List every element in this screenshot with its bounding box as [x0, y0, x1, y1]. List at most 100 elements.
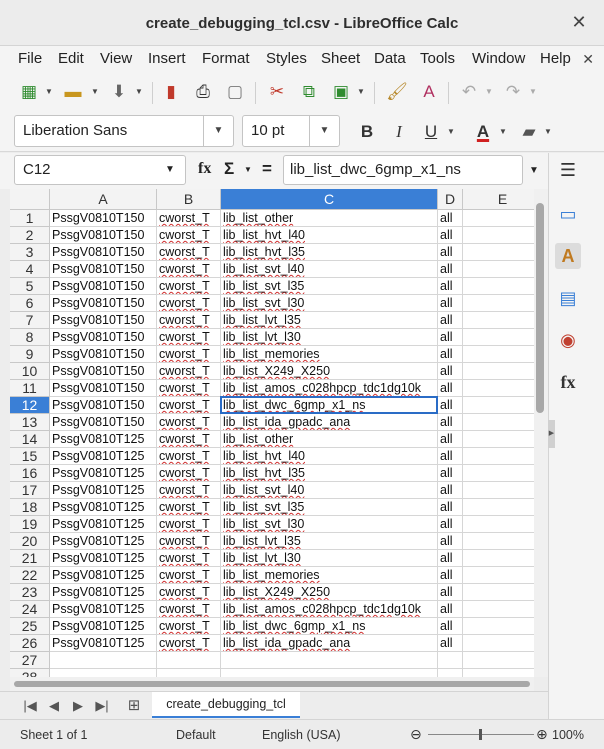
- cell-d[interactable]: all: [438, 278, 463, 295]
- cell-d[interactable]: [438, 652, 463, 669]
- clone-formatting-icon[interactable]: 🖌: [384, 80, 410, 104]
- cell-b[interactable]: cworst_T: [157, 533, 221, 550]
- underline-icon[interactable]: U: [418, 120, 444, 144]
- function-wizard-icon[interactable]: fx: [198, 160, 211, 178]
- cell-e[interactable]: [463, 567, 534, 584]
- cell-a[interactable]: PssgV0810T150: [50, 278, 157, 295]
- redo-icon[interactable]: ↷: [500, 80, 526, 104]
- close-window-button[interactable]: ✕: [568, 11, 590, 33]
- cell-c[interactable]: lib_list_amos_c028hpcp_tdc1dg10k: [221, 380, 438, 397]
- next-sheet-icon[interactable]: ▶: [68, 696, 88, 716]
- cell-c[interactable]: lib_list_other: [221, 210, 438, 227]
- sheet-tab[interactable]: create_debugging_tcl: [152, 692, 300, 718]
- column-header-e[interactable]: E: [463, 189, 534, 210]
- cell-c[interactable]: lib_list_svt_l30: [221, 295, 438, 312]
- undo-dropdown-icon[interactable]: ▼: [484, 80, 494, 104]
- cell-c[interactable]: lib_list_memories: [221, 346, 438, 363]
- cell-c[interactable]: lib_list_X249_X250: [221, 363, 438, 380]
- undo-icon[interactable]: ↶: [456, 80, 482, 104]
- cell-a[interactable]: PssgV0810T150: [50, 397, 157, 414]
- zoom-out-icon[interactable]: ⊖: [410, 726, 422, 743]
- column-header-d[interactable]: D: [438, 189, 463, 210]
- cell-c[interactable]: lib_list_lvt_l30: [221, 550, 438, 567]
- chevron-down-icon[interactable]: ▼: [155, 156, 185, 184]
- expand-formula-icon[interactable]: ▼: [529, 165, 539, 176]
- cell-b[interactable]: cworst_T: [157, 312, 221, 329]
- row-header[interactable]: 16: [10, 465, 50, 482]
- cell-d[interactable]: all: [438, 584, 463, 601]
- cell-c[interactable]: lib_list_dwc_6gmp_x1_ns: [221, 397, 438, 414]
- cell-a[interactable]: PssgV0810T125: [50, 482, 157, 499]
- cell-a[interactable]: PssgV0810T150: [50, 295, 157, 312]
- cell-c[interactable]: lib_list_svt_l35: [221, 499, 438, 516]
- column-header-a[interactable]: A: [50, 189, 157, 210]
- cell-b[interactable]: cworst_T: [157, 550, 221, 567]
- cell-e[interactable]: [463, 465, 534, 482]
- cell-d[interactable]: all: [438, 567, 463, 584]
- formula-equals-icon[interactable]: =: [262, 159, 272, 179]
- menu-tools[interactable]: Tools: [420, 50, 455, 67]
- horizontal-scroll-thumb[interactable]: [14, 681, 530, 687]
- language[interactable]: English (USA): [262, 728, 341, 742]
- cell-a[interactable]: PssgV0810T125: [50, 567, 157, 584]
- cell-a[interactable]: PssgV0810T150: [50, 380, 157, 397]
- cell-d[interactable]: all: [438, 448, 463, 465]
- cell-e[interactable]: [463, 499, 534, 516]
- cell-b[interactable]: cworst_T: [157, 448, 221, 465]
- cell-e[interactable]: [463, 244, 534, 261]
- row-header[interactable]: 3: [10, 244, 50, 261]
- cell-e[interactable]: [463, 669, 534, 677]
- cell-c[interactable]: lib_list_hvt_l40: [221, 448, 438, 465]
- menu-format[interactable]: Format: [202, 50, 250, 67]
- cell-e[interactable]: [463, 329, 534, 346]
- cell-e[interactable]: [463, 278, 534, 295]
- cell-d[interactable]: all: [438, 550, 463, 567]
- cell-e[interactable]: [463, 397, 534, 414]
- cell-d[interactable]: all: [438, 227, 463, 244]
- cell-d[interactable]: all: [438, 601, 463, 618]
- cell-a[interactable]: PssgV0810T125: [50, 465, 157, 482]
- cell-b[interactable]: cworst_T: [157, 567, 221, 584]
- cell-a[interactable]: PssgV0810T150: [50, 227, 157, 244]
- cell-d[interactable]: all: [438, 346, 463, 363]
- row-header[interactable]: 27: [10, 652, 50, 669]
- cell-a[interactable]: PssgV0810T125: [50, 601, 157, 618]
- cell-e[interactable]: [463, 363, 534, 380]
- cell-a[interactable]: PssgV0810T125: [50, 635, 157, 652]
- vertical-scrollbar[interactable]: [534, 189, 548, 677]
- row-header[interactable]: 21: [10, 550, 50, 567]
- menu-help[interactable]: Help: [540, 50, 574, 67]
- cell-a[interactable]: PssgV0810T125: [50, 431, 157, 448]
- row-header[interactable]: 7: [10, 312, 50, 329]
- cell-a[interactable]: PssgV0810T150: [50, 210, 157, 227]
- cell-c[interactable]: lib_list_dwc_6gmp_x1_ns: [221, 618, 438, 635]
- cell-e[interactable]: [463, 227, 534, 244]
- styles-icon[interactable]: A: [555, 243, 581, 269]
- column-header-b[interactable]: B: [157, 189, 221, 210]
- row-header[interactable]: 17: [10, 482, 50, 499]
- cell-a[interactable]: PssgV0810T125: [50, 584, 157, 601]
- cell-e[interactable]: [463, 312, 534, 329]
- cell-c[interactable]: lib_list_lvt_l35: [221, 312, 438, 329]
- cell-c[interactable]: lib_list_ida_gpadc_ana: [221, 635, 438, 652]
- cell-d[interactable]: all: [438, 618, 463, 635]
- menu-sheet[interactable]: Sheet: [321, 50, 360, 67]
- cell-b[interactable]: cworst_T: [157, 278, 221, 295]
- cell-c[interactable]: lib_list_X249_X250: [221, 584, 438, 601]
- row-header[interactable]: 25: [10, 618, 50, 635]
- sum-dropdown-icon[interactable]: ▼: [244, 165, 252, 174]
- menu-window[interactable]: Window: [472, 50, 525, 67]
- cell-d[interactable]: [438, 669, 463, 677]
- cell-c[interactable]: lib_list_svt_l40: [221, 261, 438, 278]
- row-header[interactable]: 15: [10, 448, 50, 465]
- cell-b[interactable]: cworst_T: [157, 380, 221, 397]
- highlight-color-icon[interactable]: ▰: [516, 120, 542, 144]
- paste-icon[interactable]: ▣: [328, 80, 354, 104]
- cell-b[interactable]: cworst_T: [157, 295, 221, 312]
- spreadsheet-grid[interactable]: ABCDE 1 PssgV0810T150 cworst_T lib_list_oth…: [10, 189, 534, 677]
- cell-d[interactable]: all: [438, 329, 463, 346]
- formula-input[interactable]: lib_list_dwc_6gmp_x1_ns: [283, 155, 523, 185]
- cell-b[interactable]: cworst_T: [157, 482, 221, 499]
- cell-c[interactable]: lib_list_hvt_l35: [221, 465, 438, 482]
- cell-e[interactable]: [463, 652, 534, 669]
